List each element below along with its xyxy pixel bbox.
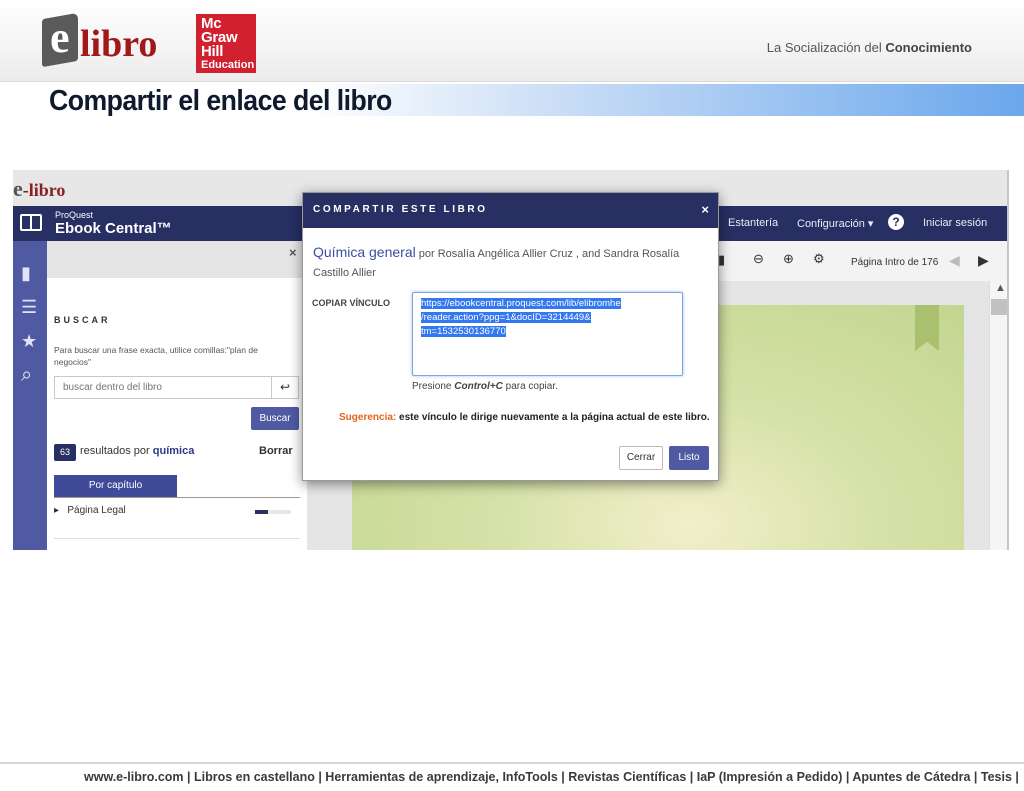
settings-icon[interactable]: ⚙ [813, 251, 825, 267]
copy-link-label: COPIAR VÍNCULO [312, 298, 391, 308]
mgh-line-3: Hill [201, 43, 224, 60]
copy-hint: Presione Control+C para copiar. [412, 381, 558, 392]
copy-shortcut: Control+C [454, 381, 503, 392]
nav-iniciar-sesion[interactable]: Iniciar sesión [923, 217, 987, 229]
modal-close-icon[interactable]: × [701, 202, 709, 217]
tagline: La Socialización del Conocimiento [767, 40, 972, 55]
suggestion-body: este vínculo le dirige nuevamente a la p… [399, 412, 710, 423]
results-text: resultados por química [80, 445, 194, 457]
tab-underline [54, 497, 300, 498]
search-panel-content: BUSCAR Para buscar una frase exacta, uti… [47, 241, 307, 550]
brand-small: ProQuest [55, 210, 94, 220]
result-count-badge: 63 [54, 444, 76, 461]
chapter-label: Página Legal [67, 505, 126, 516]
scrollbar[interactable] [989, 281, 1007, 550]
elibro-logo: e libro [40, 12, 190, 72]
page-value[interactable]: Intro [885, 257, 905, 268]
list-icon[interactable]: ☰ [21, 297, 37, 317]
link-line: /reader.action?ppg=1&docID=3214449& [421, 312, 591, 323]
prev-page-icon[interactable]: ◀ [949, 252, 960, 269]
logo-e: e [50, 13, 70, 62]
listo-button[interactable]: Listo [669, 446, 709, 470]
open-book-icon [20, 214, 42, 231]
zoom-out-icon[interactable]: ⊖ [753, 251, 764, 267]
mcgraw-hill-logo: Mc Graw Hill Education [196, 14, 256, 73]
embedded-screenshot: e-libro ProQuest Ebook Central™ Estanter… [13, 170, 1009, 550]
page-indicator: Página Intro de 176 [851, 257, 939, 268]
tagline-pre: La Socialización del [766, 40, 882, 55]
scroll-thumb[interactable] [991, 299, 1007, 315]
chapter-progress-bar [255, 510, 291, 514]
link-line: https://ebookcentral.proquest.com/lib/el… [421, 298, 621, 309]
panel-help-text: Para buscar una frase exacta, utilice co… [54, 345, 258, 367]
chapter-progress-fill [255, 510, 268, 514]
footer-links: www.e-libro.com | Libros en castellano |… [84, 770, 1019, 784]
suggestion-text: Sugerencia: este vínculo le dirige nueva… [339, 412, 710, 423]
mini-elibro-logo[interactable]: e-libro [13, 176, 65, 202]
slide-title: Compartir el enlace del libro [49, 85, 392, 117]
bookmark-icon[interactable]: ▮ [718, 252, 725, 268]
footer-divider [0, 762, 1024, 764]
search-icon[interactable]: ⌕ [21, 365, 32, 385]
scroll-up-icon[interactable]: ▲ [995, 282, 1006, 294]
left-icon-rail: ▮ ☰ ★ ⌕ [13, 241, 47, 550]
modal-header: COMPARTIR ESTE LIBRO × [303, 193, 718, 228]
mgh-line-4: Education [201, 59, 255, 71]
enter-icon[interactable]: ↩ [272, 376, 299, 399]
bookshelf-icon[interactable]: ▮ [21, 263, 31, 283]
slide-header: e libro Mc Graw Hill Education La Social… [0, 0, 1024, 82]
borrar-link[interactable]: Borrar [259, 445, 293, 457]
modal-title: COMPARTIR ESTE LIBRO [313, 204, 488, 215]
search-input[interactable] [54, 376, 272, 399]
tagline-bold: Conocimiento [885, 40, 972, 55]
nav-configuracion[interactable]: Configuración ▾ [797, 217, 873, 230]
suggestion-label: Sugerencia: [339, 412, 397, 423]
chapter-arrow-icon: ▸ [54, 505, 60, 516]
row-separator [54, 538, 300, 539]
tab-por-capitulo[interactable]: Por capítulo [54, 475, 177, 497]
chapter-item[interactable]: ▸ Página Legal [54, 505, 126, 516]
results-prefix: resultados por [80, 445, 150, 457]
results-term: química [152, 445, 195, 457]
panel-heading: BUSCAR [54, 315, 111, 325]
logo-text: libro [80, 23, 158, 65]
share-modal: COMPARTIR ESTE LIBRO × Química general p… [302, 192, 719, 481]
star-icon[interactable]: ★ [21, 331, 37, 351]
buscar-button[interactable]: Buscar [251, 407, 299, 430]
cerrar-button[interactable]: Cerrar [619, 446, 663, 470]
book-title-link[interactable]: Química general [313, 244, 416, 260]
link-line: tm=1532530136770 [421, 326, 506, 337]
brand-title: Ebook Central™ [55, 220, 172, 237]
zoom-in-icon[interactable]: ⊕ [783, 251, 794, 267]
link-textarea[interactable]: https://ebookcentral.proquest.com/lib/el… [412, 292, 683, 376]
next-page-icon[interactable]: ▶ [978, 252, 989, 269]
nav-estanteria[interactable]: Estantería [728, 217, 778, 229]
book-info: Química general por Rosalía Angélica All… [313, 243, 709, 283]
help-icon[interactable]: ? [888, 214, 904, 230]
